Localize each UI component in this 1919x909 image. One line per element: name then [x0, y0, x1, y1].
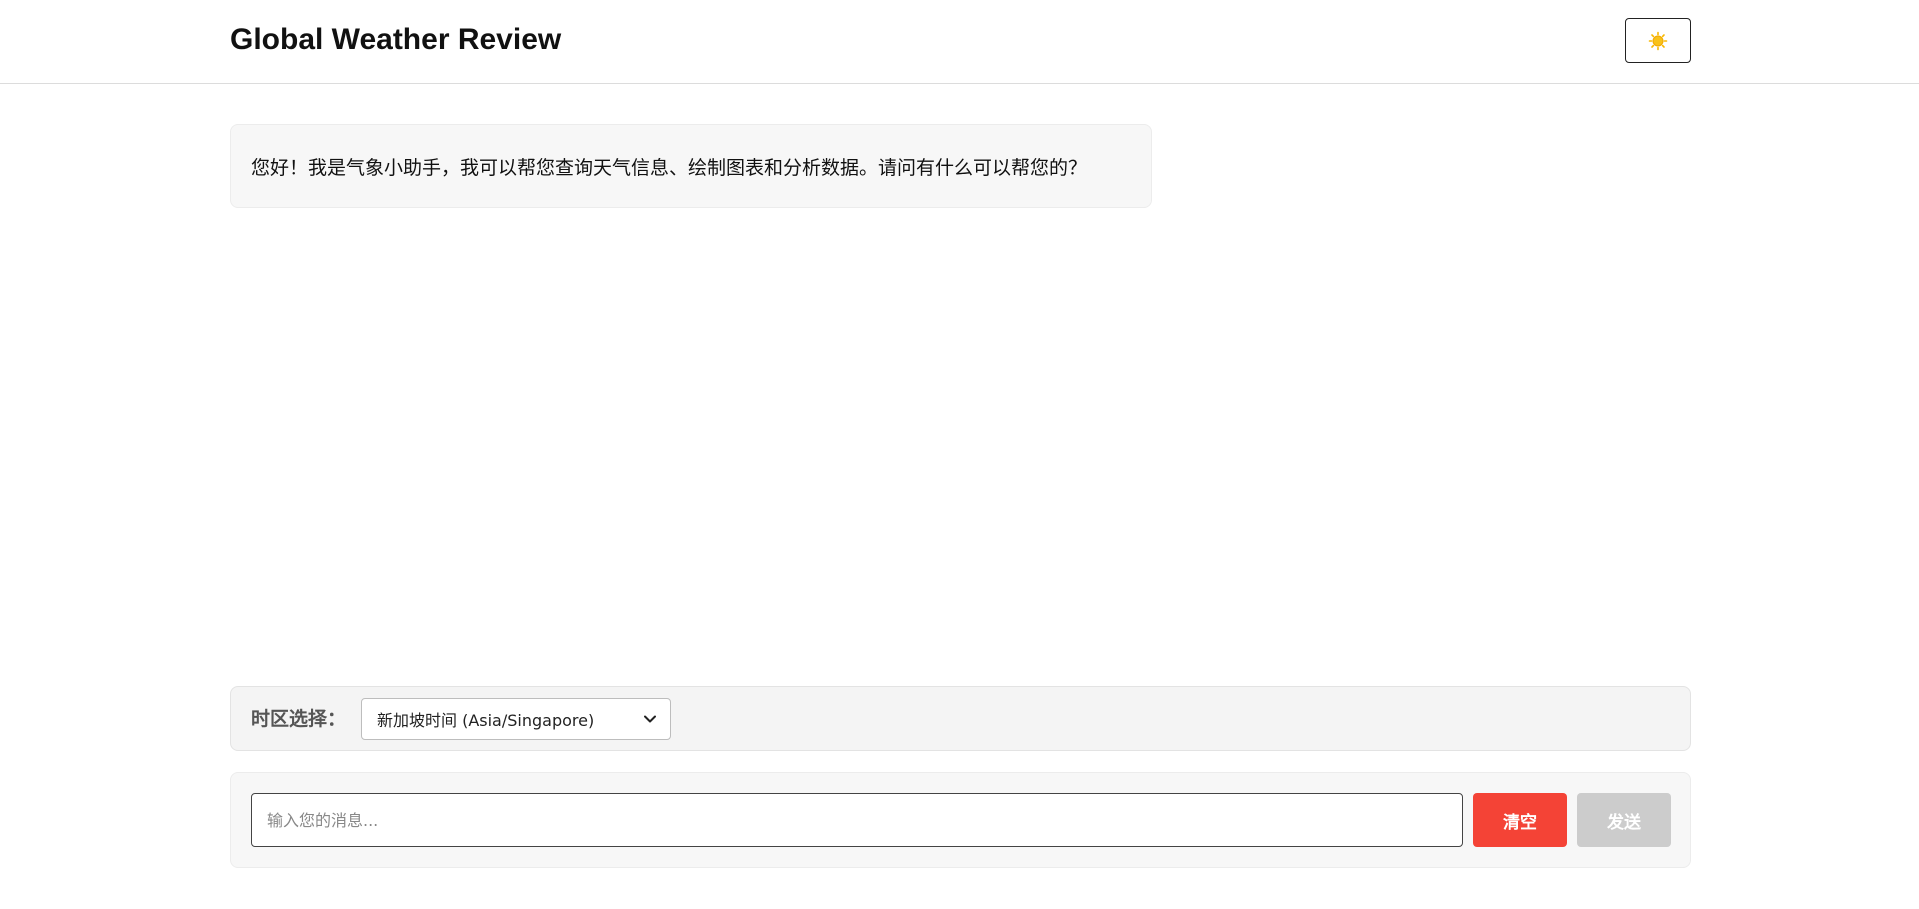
theme-toggle-button[interactable] — [1625, 18, 1691, 63]
app-header: Global Weather Review — [0, 0, 1919, 84]
assistant-message-bubble: 您好！我是气象小助手，我可以帮您查询天气信息、绘制图表和分析数据。请问有什么可以… — [230, 124, 1152, 208]
chevron-down-icon — [644, 715, 656, 723]
send-button[interactable]: 发送 — [1577, 793, 1671, 847]
sun-icon — [1648, 31, 1668, 51]
timezone-label: 时区选择： — [251, 708, 347, 730]
message-input[interactable] — [251, 793, 1463, 847]
chat-area: 您好！我是气象小助手，我可以帮您查询天气信息、绘制图表和分析数据。请问有什么可以… — [230, 124, 1691, 664]
timezone-select[interactable]: 新加坡时间 (Asia/Singapore) — [361, 698, 671, 740]
app-title: Global Weather Review — [230, 23, 562, 56]
assistant-message-text: 您好！我是气象小助手，我可以帮您查询天气信息、绘制图表和分析数据。请问有什么可以… — [251, 156, 1088, 179]
message-composer: 清空 发送 — [230, 772, 1691, 868]
timezone-bar: 时区选择： 新加坡时间 (Asia/Singapore) — [230, 686, 1691, 751]
clear-button[interactable]: 清空 — [1473, 793, 1567, 847]
timezone-selected-value: 新加坡时间 (Asia/Singapore) — [377, 711, 595, 730]
